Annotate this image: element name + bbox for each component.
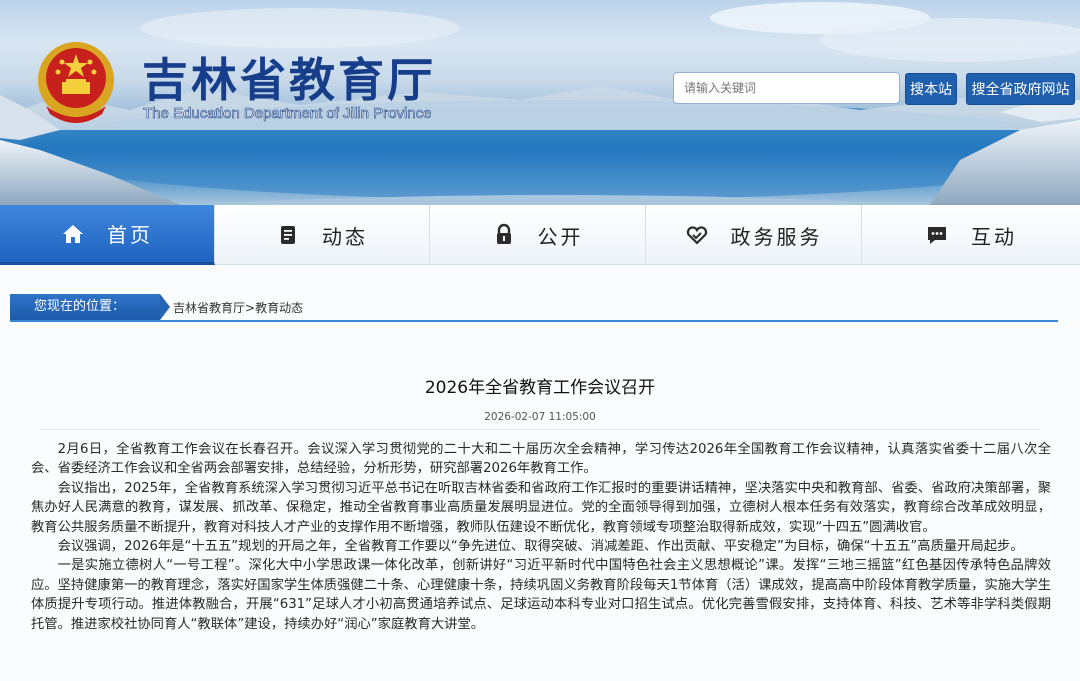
article-paragraph: 一是实施立德树人“一号工程”。深化大中小学思政课一体化改革，创新讲好“习近平新时… [31,558,1051,632]
breadcrumb-separator: > [245,301,256,315]
breadcrumb-link-news[interactable]: 教育动态 [255,301,303,315]
national-emblem-icon [38,42,114,123]
nav-item-label: 政务服务 [730,224,823,249]
breadcrumb-label: 您现在的位置： [10,294,170,320]
breadcrumb-link-home[interactable]: 吉林省教育厅 [173,301,245,315]
article-paragraph: 会议强调，2026年是“十五五”规划的开局之年，全省教育工作要以“争先进位、取得… [57,539,1024,555]
nav-item-news[interactable]: 动态 [215,205,430,265]
nav-item-interaction[interactable]: 互动 [862,205,1080,265]
divider [40,429,1040,430]
main-nav: 首页 动态 公开 政务服务 互动 [0,205,1080,265]
nav-item-services[interactable]: 政务服务 [646,205,862,265]
nav-item-public[interactable]: 公开 [430,205,646,265]
article-paragraph: 2月6日，全省教育工作会议在长春召开。会议深入学习贯彻党的二十大和二十届历次全会… [31,442,1051,477]
heart-hand-icon [686,226,707,245]
article-date: 2026-02-07 11:05:00 [484,411,596,423]
breadcrumb-path: 吉林省教育厅>教育动态 [173,299,303,316]
lock-icon [496,223,511,244]
home-icon [63,224,83,243]
nav-item-label: 互动 [971,224,1017,249]
search-gov-button[interactable]: 搜全省政府网站 [966,73,1075,105]
article-paragraph: 会议指出，2025年，全省教育系统深入学习贯彻习近平总书记在听取吉林省委和省政府… [31,480,1051,535]
search-input[interactable] [673,72,900,104]
nav-item-label: 首页 [107,223,153,247]
nav-item-home[interactable]: 首页 [0,205,215,265]
header-banner: 吉林省教育厅 The Education Department of Jilin… [0,0,1080,205]
site-subtitle: The Education Department of Jilin Provin… [143,105,432,123]
chat-icon [928,227,946,244]
article-body: 2月6日，全省教育工作会议在长春召开。会议深入学习贯彻党的二十大和二十届历次全会… [31,440,1051,634]
search-site-button[interactable]: 搜本站 [905,73,957,105]
nav-item-label: 公开 [537,224,584,249]
document-icon [281,226,295,244]
breadcrumb: 您现在的位置： 吉林省教育厅>教育动态 [10,294,1058,322]
article-title: 2026年全省教育工作会议召开 [424,378,656,398]
nav-item-label: 动态 [322,224,368,249]
site-title: 吉林省教育厅 [142,53,436,107]
